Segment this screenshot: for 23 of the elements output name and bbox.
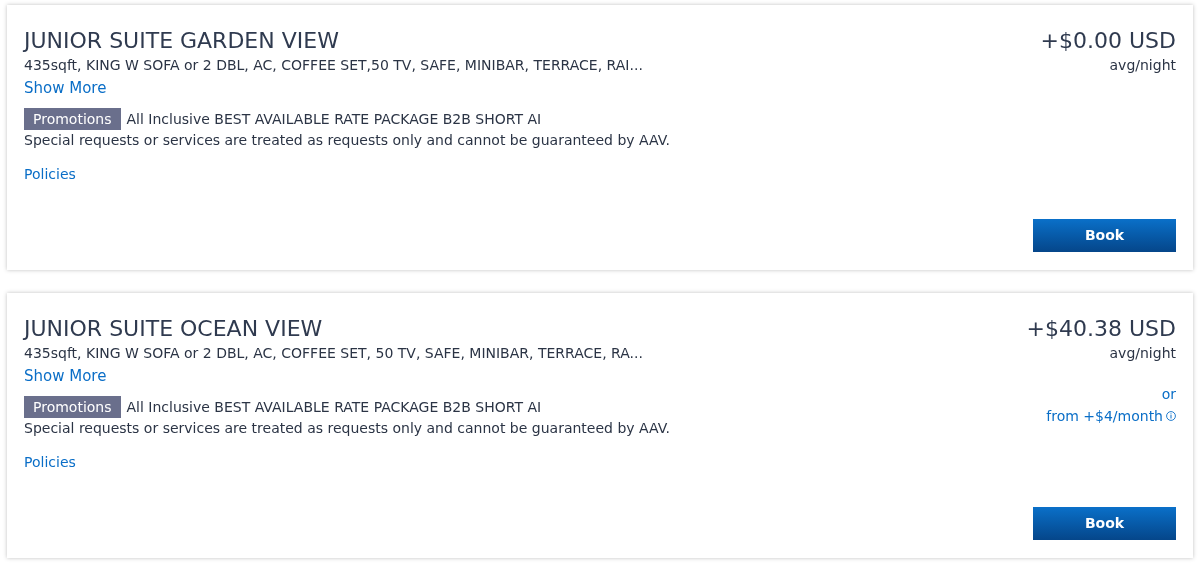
- financing-link[interactable]: from +$4/month: [1046, 407, 1163, 425]
- price-unit: avg/night: [1109, 56, 1176, 74]
- book-button[interactable]: Book: [1033, 507, 1176, 540]
- promotions-badge: Promotions: [24, 108, 121, 130]
- show-more-link[interactable]: Show More: [24, 366, 107, 386]
- special-requests-note: Special requests or services are treated as requests only and cannot be guaranteed by AAV.: [24, 419, 670, 437]
- info-icon[interactable]: [1166, 411, 1176, 421]
- policies-link[interactable]: Policies: [24, 165, 76, 183]
- policies-link[interactable]: Policies: [24, 453, 76, 471]
- room-title: JUNIOR SUITE GARDEN VIEW: [24, 27, 339, 55]
- special-requests-note: Special requests or services are treated as requests only and cannot be guaranteed by AAV.: [24, 131, 670, 149]
- price-unit: avg/night: [1109, 344, 1176, 362]
- promotions-badge: Promotions: [24, 396, 121, 418]
- book-button[interactable]: Book: [1033, 219, 1176, 252]
- promotion-text: All Inclusive BEST AVAILABLE RATE PACKAGE B2B SHORT AI: [126, 397, 542, 417]
- room-title: JUNIOR SUITE OCEAN VIEW: [24, 315, 323, 343]
- or-text: or: [1161, 385, 1176, 403]
- price: +$0.00 USD: [1040, 27, 1176, 55]
- promotion-text: All Inclusive BEST AVAILABLE RATE PACKAGE B2B SHORT AI: [126, 109, 542, 129]
- room-details: 435sqft, KING W SOFA or 2 DBL, AC, COFFEE SET,50 TV, SAFE, MINIBAR, TERRACE, RAI...: [24, 56, 643, 74]
- room-details: 435sqft, KING W SOFA or 2 DBL, AC, COFFEE SET, 50 TV, SAFE, MINIBAR, TERRACE, RA...: [24, 344, 643, 362]
- price: +$40.38 USD: [1026, 315, 1176, 343]
- show-more-link[interactable]: Show More: [24, 78, 107, 98]
